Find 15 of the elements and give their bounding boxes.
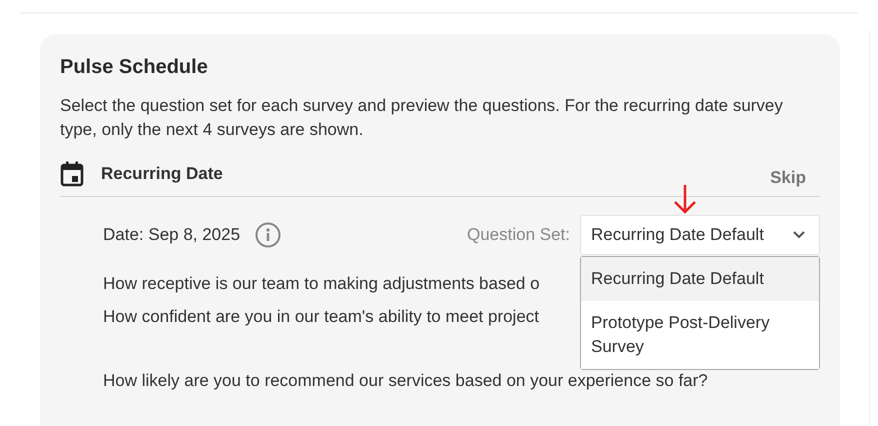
arrow-icon <box>673 184 697 214</box>
question-text: How confident are you in our team's ability to meet project <box>103 306 540 328</box>
calendar-icon <box>60 161 84 187</box>
dropdown-option[interactable]: Recurring Date Default <box>581 257 819 301</box>
info-icon[interactable] <box>255 222 282 248</box>
question-set-label: Question Set: <box>466 225 570 245</box>
chevron-down-icon <box>793 231 805 239</box>
survey-date: Date: Sep 8, 2025 <box>103 225 240 245</box>
question-text: How receptive is our team to making adjustments based o <box>103 273 540 295</box>
survey-type-label: Recurring Date <box>101 164 224 184</box>
question-set-dropdown[interactable]: Recurring Date Default <box>580 215 820 255</box>
card-description: Select the question set for each survey and preview the questions. For the recurring date survey type, only the next 4 surveys are shown. <box>60 95 784 141</box>
question-text: How likely are you to recommend our services based on your experience so far? <box>103 370 708 392</box>
card-title: Pulse Schedule <box>60 56 209 79</box>
skip-button[interactable]: Skip <box>770 168 820 188</box>
